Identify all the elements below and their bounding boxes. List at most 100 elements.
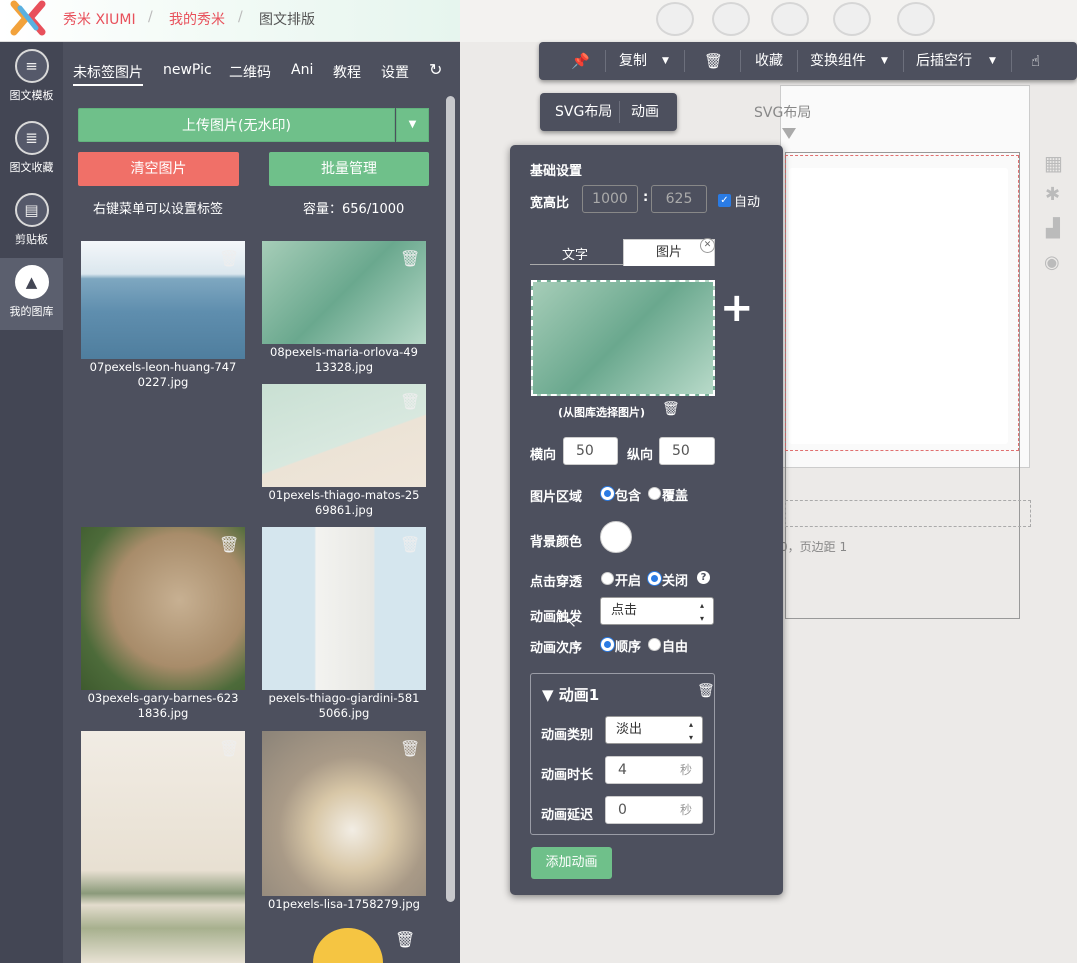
bg-color-swatch[interactable] — [600, 521, 632, 553]
trash-icon[interactable]: 🗑 — [697, 683, 715, 699]
auto-checkbox[interactable]: ✓ — [718, 194, 731, 207]
selected-image-preview[interactable] — [531, 280, 715, 396]
rail-label: 剪贴板 — [15, 233, 48, 246]
horizontal-label: 横向 — [530, 448, 557, 463]
trash-icon[interactable]: 🗑 — [400, 392, 420, 414]
batch-manage-button[interactable]: 批量管理 — [269, 152, 429, 186]
save-icon[interactable] — [771, 2, 809, 36]
publish-icon[interactable] — [897, 2, 935, 36]
tab-untagged[interactable]: 未标签图片 — [73, 62, 143, 86]
tab-newpic[interactable]: newPic — [163, 62, 212, 78]
chevron-down-icon[interactable]: ▼ — [989, 42, 996, 80]
eye-icon[interactable]: ◉ — [1044, 252, 1060, 273]
chevron-down-icon[interactable]: ▼ — [662, 42, 669, 80]
tab-ani[interactable]: Ani — [291, 62, 313, 78]
tab-settings[interactable]: 设置 — [381, 62, 409, 82]
breadcrumb-my-xiumi[interactable]: 我的秀米 — [169, 9, 225, 29]
image-thumb[interactable]: 🗑 — [81, 731, 245, 963]
image-caption: 07pexels-leon-huang-747 0227.jpg — [89, 360, 237, 389]
tab-tutorial[interactable]: 教程 — [333, 62, 361, 82]
help-icon[interactable]: ? — [697, 571, 710, 584]
anim-duration-input[interactable]: 4 秒 — [605, 756, 703, 784]
rail-item-library[interactable]: ▲ 我的图库 — [0, 258, 63, 330]
grid-icon[interactable]: ▦ — [1044, 151, 1063, 175]
ratio-width-input[interactable]: 1000 — [582, 185, 638, 213]
tab-svg-layout[interactable]: SVG布局 — [555, 93, 612, 131]
choose-from-library-link[interactable]: (从图库选择图片) — [558, 404, 645, 420]
anim-type-select[interactable]: 淡出 — [605, 716, 703, 744]
vertical-input[interactable]: 50 — [659, 437, 715, 465]
ratio-height-input[interactable]: 625 — [651, 185, 707, 213]
divider — [740, 50, 741, 72]
transform-button[interactable]: 变换组件 — [810, 42, 866, 80]
image-thumb[interactable]: 🗑 — [262, 241, 426, 344]
horizontal-input[interactable]: 50 — [563, 437, 618, 465]
list-icon: ≡ — [14, 49, 49, 83]
area-cover-radio[interactable] — [648, 487, 661, 502]
xiumi-logo-icon[interactable] — [6, 0, 50, 36]
tab-text[interactable]: 文字 — [562, 244, 588, 263]
clear-images-button[interactable]: 清空图片 — [78, 152, 239, 186]
order-sequential-radio[interactable] — [601, 638, 614, 653]
close-icon[interactable]: ✕ — [700, 238, 715, 253]
add-animation-button[interactable]: 添加动画 — [531, 847, 612, 879]
click-off-label: 关闭 — [662, 574, 689, 589]
upload-button[interactable]: 上传图片(无水印) — [78, 108, 395, 142]
anim-order-label: 动画次序 — [530, 641, 583, 656]
divider — [684, 50, 685, 72]
trash-icon[interactable]: 🗑 — [400, 739, 420, 761]
mouse-cursor-icon: ↖ — [565, 615, 577, 631]
tab-animation[interactable]: 动画 — [631, 93, 659, 131]
click-off-radio[interactable] — [648, 572, 661, 587]
image-thumb[interactable]: 🗑 — [81, 527, 245, 690]
trash-icon[interactable]: 🗑 — [219, 739, 239, 761]
gear-icon[interactable]: ✱ — [1045, 184, 1060, 205]
image-layer[interactable] — [789, 168, 1008, 444]
divider — [797, 50, 798, 72]
copy-button[interactable]: 复制 — [619, 42, 647, 80]
area-contain-label: 包含 — [615, 489, 642, 504]
tab-qrcode[interactable]: 二维码 — [229, 62, 271, 82]
trash-icon[interactable]: 🗑 — [400, 249, 420, 271]
preview-icon[interactable] — [712, 2, 750, 36]
anim-trigger-select[interactable]: 点击 — [600, 597, 714, 625]
add-icon[interactable]: + — [720, 288, 754, 328]
rail-item-clipboard[interactable]: ▤ 剪贴板 — [0, 186, 63, 258]
chevron-down-icon[interactable]: ▼ — [881, 42, 888, 80]
pointer-icon[interactable]: ☝ — [1031, 42, 1040, 80]
click-on-radio[interactable] — [601, 572, 614, 587]
scrollbar[interactable] — [446, 96, 455, 902]
image-thumb[interactable]: 🗑 — [262, 731, 426, 896]
anim-delay-input[interactable]: 0 秒 — [605, 796, 703, 824]
rail-item-templates[interactable]: ≡ 图文模板 — [0, 42, 63, 114]
image-thumb[interactable]: 🗑 — [262, 384, 426, 487]
folder-icon[interactable] — [656, 2, 694, 36]
insert-line-button[interactable]: 后插空行 — [916, 42, 972, 80]
rail-item-favorites[interactable]: ≣ 图文收藏 — [0, 114, 63, 186]
svg-settings-panel: 基础设置 宽高比 1000 : 625 ✓ 自动 文字 图片 ✕ + (从图库选… — [510, 145, 783, 895]
chart-icon[interactable]: ▟ — [1046, 218, 1060, 239]
image-thumb[interactable]: 🗑 — [81, 241, 245, 359]
delete-icon[interactable]: 🗑 — [704, 42, 723, 80]
order-free-radio[interactable] — [648, 638, 661, 653]
pin-icon[interactable]: 📌 — [571, 42, 590, 80]
check-icon[interactable] — [833, 2, 871, 36]
trash-icon[interactable]: 🗑 — [400, 535, 420, 557]
image-thumb[interactable] — [313, 928, 383, 963]
favorite-button[interactable]: 收藏 — [755, 42, 783, 80]
area-contain-radio[interactable] — [601, 487, 614, 502]
upload-dropdown-button[interactable]: ▼ — [396, 108, 429, 142]
unit-seconds: 秒 — [679, 803, 692, 817]
trash-icon[interactable]: 🗑 — [662, 401, 680, 417]
refresh-icon[interactable]: ↻ — [429, 60, 442, 79]
divider — [605, 50, 606, 72]
image-caption: 01pexels-lisa-1758279.jpg — [268, 897, 420, 911]
empty-line-placeholder[interactable] — [785, 500, 1031, 527]
trash-icon[interactable]: 🗑 — [219, 535, 239, 557]
trash-icon[interactable]: 🗑 — [395, 930, 415, 949]
brand-link[interactable]: 秀米 XIUMI — [63, 9, 136, 29]
vertical-label: 纵向 — [627, 448, 654, 463]
trash-icon[interactable]: 🗑 — [219, 249, 239, 271]
animation-title[interactable]: ▼ 动画1 — [542, 684, 599, 705]
image-thumb[interactable]: 🗑 — [262, 527, 426, 690]
